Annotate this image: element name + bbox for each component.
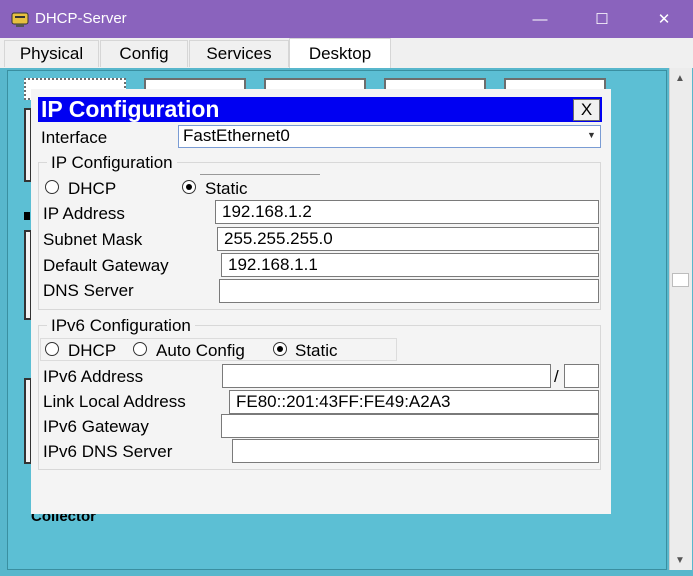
ipv6-prefix-field[interactable] bbox=[564, 364, 599, 388]
scrollbar-thumb[interactable] bbox=[672, 273, 689, 287]
scroll-down-arrow-icon[interactable]: ▼ bbox=[669, 551, 691, 569]
ip-configuration-title: IP Configuration bbox=[41, 96, 220, 122]
ipv6-static-label: Static bbox=[295, 341, 338, 360]
link-local-address-field[interactable]: FE80::201:43FF:FE49:A2A3 bbox=[229, 390, 599, 414]
divider bbox=[200, 174, 320, 175]
ipv6-auto-config-label: Auto Config bbox=[156, 341, 245, 360]
interface-select[interactable]: FastEthernet0 bbox=[178, 125, 601, 148]
tab-config[interactable]: Config bbox=[100, 40, 188, 67]
ipv6-address-field[interactable] bbox=[222, 364, 551, 388]
ipv6-dhcp-label: DHCP bbox=[68, 341, 117, 360]
ipv6-dns-server-label: IPv6 DNS Server bbox=[43, 442, 173, 461]
close-window-button[interactable]: ✕ bbox=[641, 0, 687, 38]
desktop-icon-fragment bbox=[24, 212, 30, 220]
tab-desktop[interactable]: Desktop bbox=[289, 38, 391, 69]
subnet-mask-label: Subnet Mask bbox=[43, 230, 143, 249]
ip-address-field[interactable]: 192.168.1.2 bbox=[215, 200, 599, 224]
default-gateway-field[interactable]: 192.168.1.1 bbox=[221, 253, 599, 277]
scroll-up-arrow-icon[interactable]: ▲ bbox=[669, 69, 691, 87]
default-gateway-label: Default Gateway bbox=[43, 256, 169, 275]
prefix-separator: / bbox=[554, 367, 559, 386]
ipv4-static-label: Static bbox=[205, 179, 248, 198]
ipv4-dhcp-radio[interactable] bbox=[45, 180, 59, 194]
ip-address-label: IP Address bbox=[43, 204, 125, 223]
ipv4-static-radio[interactable] bbox=[182, 180, 196, 194]
chevron-down-icon[interactable]: ▼ bbox=[587, 130, 596, 140]
link-local-address-label: Link Local Address bbox=[43, 392, 186, 411]
minimize-button[interactable]: — bbox=[517, 0, 563, 38]
vertical-scrollbar[interactable] bbox=[669, 68, 692, 570]
ipv6-address-label: IPv6 Address bbox=[43, 367, 144, 386]
tab-services[interactable]: Services bbox=[189, 40, 289, 67]
ipv4-group-title: IP Configuration bbox=[47, 153, 177, 173]
ipv6-gateway-field[interactable] bbox=[221, 414, 599, 438]
dns-server-label: DNS Server bbox=[43, 281, 134, 300]
interface-label: Interface bbox=[41, 128, 108, 147]
maximize-button[interactable]: ☐ bbox=[579, 0, 625, 38]
ip-configuration-close-button[interactable]: X bbox=[573, 99, 600, 121]
tab-physical[interactable]: Physical bbox=[4, 40, 99, 67]
server-app-icon bbox=[11, 12, 29, 27]
dns-server-field[interactable] bbox=[219, 279, 599, 303]
ipv6-static-radio[interactable] bbox=[273, 342, 287, 356]
ipv6-dns-server-field[interactable] bbox=[232, 439, 599, 463]
ipv6-auto-config-radio[interactable] bbox=[133, 342, 147, 356]
subnet-mask-field[interactable]: 255.255.255.0 bbox=[217, 227, 599, 251]
ipv6-dhcp-radio[interactable] bbox=[45, 342, 59, 356]
ipv6-group-title: IPv6 Configuration bbox=[47, 316, 195, 336]
ipv4-dhcp-label: DHCP bbox=[68, 179, 117, 198]
ipv6-gateway-label: IPv6 Gateway bbox=[43, 417, 149, 436]
window-title: DHCP-Server bbox=[35, 10, 127, 27]
